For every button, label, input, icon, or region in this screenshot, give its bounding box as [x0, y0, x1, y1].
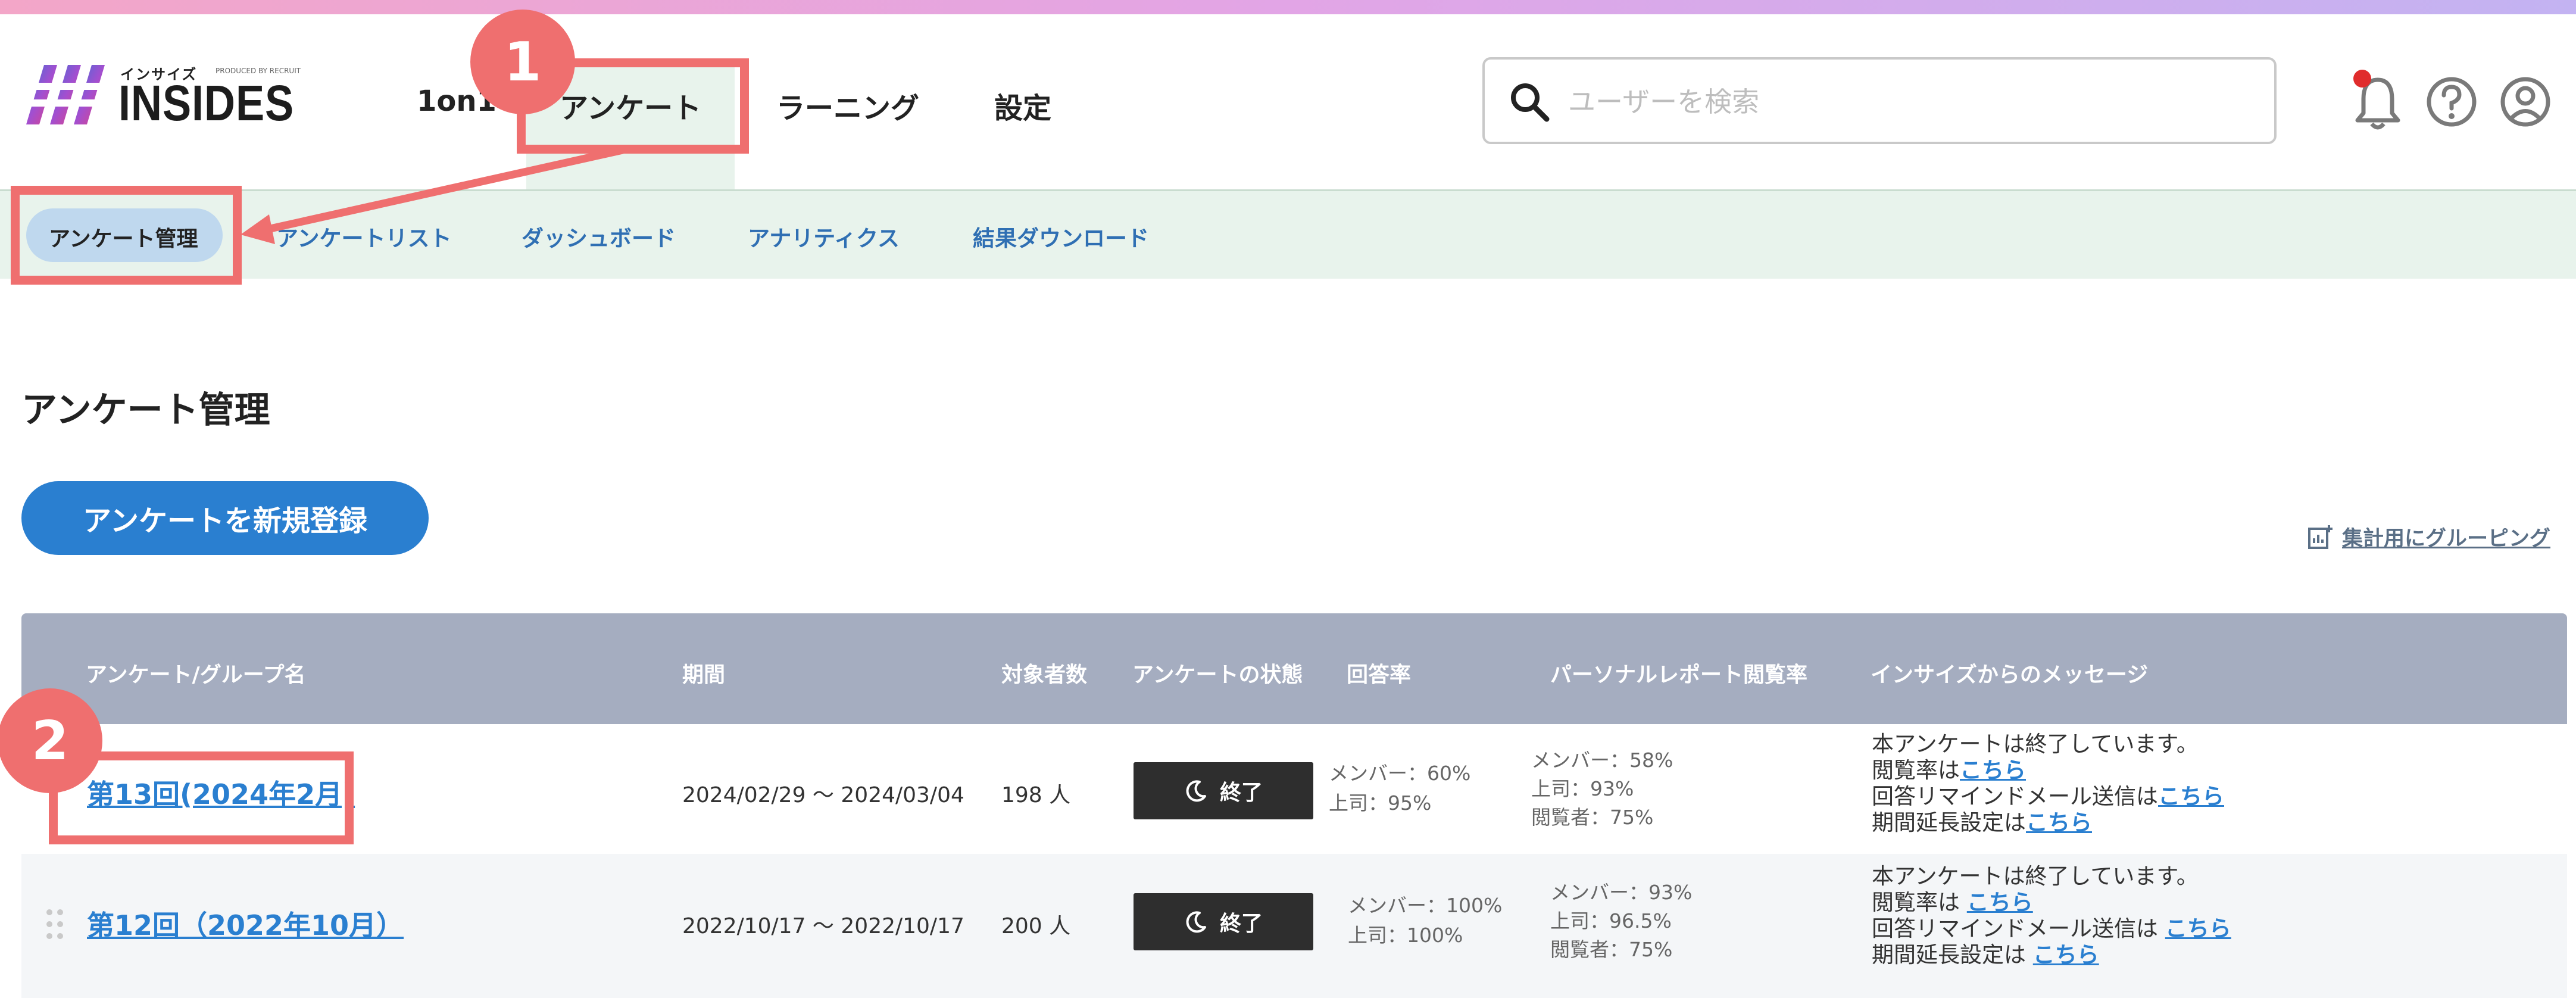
status-badge: 終了 — [1134, 893, 1313, 950]
column-header-status[interactable]: アンケートの状態 — [1132, 657, 1303, 688]
column-header-report-view-rate[interactable]: パーソナルレポート閲覧率 — [1550, 657, 1807, 688]
user-search-box[interactable] — [1482, 57, 2277, 144]
status-label: 終了 — [1219, 781, 1263, 805]
nav-item-settings[interactable]: 設定 — [994, 85, 1051, 126]
message-line: 回答リマインドメール送信は — [1872, 784, 2158, 809]
answer-rate-member: メンバー：60% — [1329, 762, 1471, 785]
search-icon — [1511, 83, 1550, 122]
moon-icon — [1186, 780, 1206, 802]
view-rate-link[interactable]: こちら — [1967, 890, 2033, 915]
message-line: 本アンケートは終了しています。 — [1872, 731, 2199, 757]
new-survey-button[interactable]: アンケートを新規登録 — [21, 481, 429, 555]
status-label: 終了 — [1219, 912, 1263, 936]
view-rate-boss: 上司：93% — [1531, 777, 1634, 800]
view-rate-member: メンバー：58% — [1531, 748, 1673, 772]
remind-mail-link[interactable]: こちら — [2165, 916, 2231, 941]
survey-name-link[interactable]: 第12回（2022年10月） — [87, 904, 404, 943]
column-header-message: インサイズからのメッセージ — [1871, 663, 2149, 687]
insides-message: 本アンケートは終了しています。 閲覧率は こちら 回答リマインドメール送信は こ… — [1872, 863, 2231, 968]
view-rate-viewer: 閲覧者：75% — [1531, 806, 1654, 829]
subnav-item-dashboard[interactable]: ダッシュボード — [522, 220, 676, 252]
view-rate-boss: 上司：96.5% — [1550, 909, 1672, 932]
answer-rate-member: メンバー：100% — [1348, 894, 1503, 917]
answer-rate-boss: 上司：95% — [1329, 791, 1432, 815]
view-rate-viewer: 閲覧者：75% — [1550, 938, 1673, 961]
view-rate-member: メンバー：93% — [1550, 881, 1693, 904]
column-header-count[interactable]: 対象者数 — [1001, 657, 1087, 688]
column-header-answer-rate[interactable]: 回答率 — [1347, 657, 1411, 688]
view-rate-link[interactable]: こちら — [1960, 757, 2026, 783]
message-line: 回答リマインドメール送信は — [1872, 916, 2158, 941]
highlight-survey-management — [11, 186, 242, 285]
grouping-link-label: 集計用にグルーピング — [2342, 527, 2551, 551]
extend-period-link[interactable]: こちら — [2026, 810, 2092, 835]
status-badge: 終了 — [1134, 762, 1313, 819]
message-line: 閲覧率は — [1872, 890, 1960, 915]
extend-period-link[interactable]: こちら — [2033, 942, 2099, 968]
survey-period: 2024/02/29 ～ 2024/03/04 — [682, 783, 964, 807]
nav-item-learning[interactable]: ラーニング — [776, 85, 919, 126]
moon-icon — [1186, 911, 1206, 933]
page-title: アンケート管理 — [21, 389, 270, 431]
target-count: 198 人 — [1001, 783, 1071, 807]
annotation-badge-2: 2 — [0, 688, 102, 793]
column-header-name[interactable]: アンケート/グループ名 — [86, 657, 306, 688]
annotation-badge-1: 1 — [470, 10, 575, 114]
drag-handle-icon[interactable] — [44, 906, 65, 942]
subnav-item-result-download[interactable]: 結果ダウンロード — [973, 220, 1149, 252]
logo-produced-by: PRODUCED BY RECRUIT — [216, 67, 301, 75]
grouping-link[interactable]: 集計用にグルーピング — [2308, 522, 2550, 552]
search-input[interactable] — [1568, 75, 2253, 129]
logo-mark-icon — [26, 65, 107, 124]
survey-period: 2022/10/17 ～ 2022/10/17 — [682, 914, 964, 938]
account-icon[interactable] — [2496, 69, 2555, 135]
subnav-item-analytics[interactable]: アナリティクス — [748, 220, 900, 252]
message-line: 期間延長設定は — [1872, 810, 2026, 835]
bell-icon[interactable] — [2348, 69, 2408, 135]
target-count: 200 人 — [1001, 914, 1071, 938]
logo-text: INSIDES — [118, 75, 295, 131]
answer-rate-boss: 上司：100% — [1348, 924, 1463, 947]
insides-message: 本アンケートは終了しています。 閲覧率はこちら 回答リマインドメール送信はこちら… — [1872, 731, 2224, 836]
message-line: 本アンケートは終了しています。 — [1872, 863, 2199, 889]
top-gradient-band — [0, 0, 2576, 14]
message-line: 期間延長設定は — [1872, 942, 2026, 968]
help-icon[interactable] — [2422, 69, 2481, 135]
subnav-item-survey-list[interactable]: アンケートリスト — [276, 220, 452, 252]
app-logo[interactable]: インサイズ PRODUCED BY RECRUIT INSIDES — [26, 57, 336, 134]
remind-mail-link[interactable]: こちら — [2158, 784, 2224, 809]
message-line: 閲覧率は — [1872, 757, 1960, 783]
column-header-period[interactable]: 期間 — [682, 657, 725, 688]
chart-group-icon — [2308, 525, 2333, 549]
